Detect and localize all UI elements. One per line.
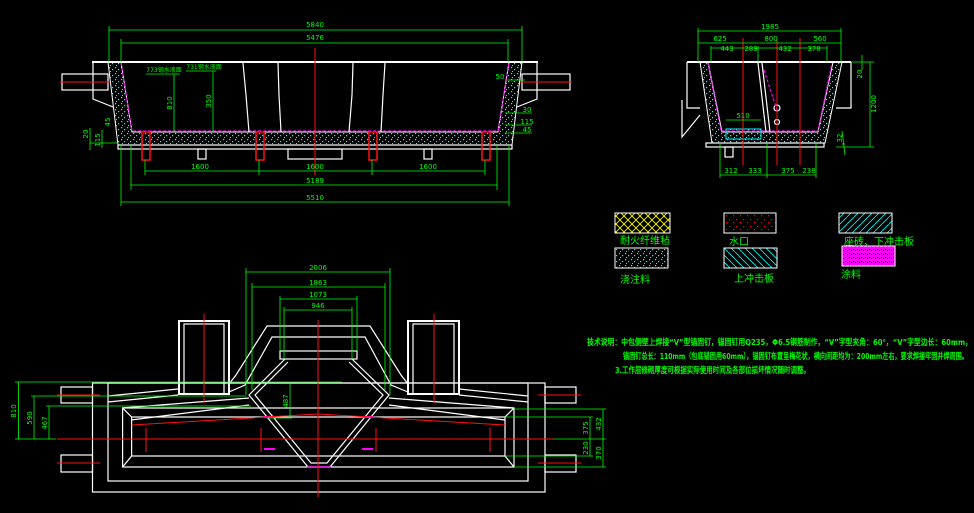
dim-230: 230 bbox=[582, 441, 590, 454]
legend-swatch-coating bbox=[841, 245, 896, 267]
dim-50: 50 bbox=[496, 73, 505, 81]
dim-487: 487 bbox=[282, 394, 290, 407]
legend-swatch-upper-impact-plate bbox=[723, 247, 778, 269]
dim-1600: 1600 bbox=[191, 163, 209, 171]
dim-443: 443 bbox=[720, 45, 733, 53]
dim-1600: 1600 bbox=[419, 163, 437, 171]
inner-wall-lines bbox=[242, 62, 386, 133]
dim-625: 625 bbox=[713, 35, 726, 43]
dim-375: 375 bbox=[781, 167, 794, 175]
legend-swatch-seat-brick bbox=[838, 212, 893, 234]
dim-946: 946 bbox=[311, 302, 325, 310]
dim-432: 432 bbox=[778, 45, 791, 53]
dim-810: 810 bbox=[10, 404, 18, 417]
drawing: 5840 5476 1600 1600 1600 5189 5510 810 3… bbox=[10, 21, 972, 497]
cad-drawing-canvas: 5840 5476 1600 1600 1600 5189 5510 810 3… bbox=[0, 0, 974, 513]
dim-289: 289 bbox=[744, 45, 757, 53]
legend-label: 浇注料 bbox=[620, 273, 650, 286]
legend-swatch-nozzle bbox=[723, 212, 777, 234]
dim-45: 45 bbox=[523, 126, 532, 134]
side-view: 1985 625 800 560 443 289 432 378 510 312… bbox=[681, 23, 878, 178]
note-line-1: 技术说明：中包侧壁上焊接“V”型锚固钉，锚固钉用Q235，Φ6.5钢筋制作，“V… bbox=[587, 337, 972, 347]
note-line-2: 锚固钉总长：110mm（包底锚固用60mm），锚固钉布置呈梅花状，横向间距均为：… bbox=[623, 351, 968, 361]
dim-1200: 1200 bbox=[870, 95, 878, 113]
steel-level-label: 731钢水液面 bbox=[186, 63, 221, 71]
dim-45: 45 bbox=[104, 118, 112, 127]
legend-label: 耐火纤维毡 bbox=[620, 234, 670, 247]
dim-115: 115 bbox=[94, 133, 102, 146]
note-line-3: 3.工作层修砌厚度可根据实际使用时间及各部位损坏情况随时调整。 bbox=[615, 365, 810, 375]
dim-1863: 1863 bbox=[309, 279, 327, 287]
dim-5189: 5189 bbox=[306, 177, 324, 185]
dim-32: 32 bbox=[836, 134, 844, 143]
dim-510: 510 bbox=[736, 112, 749, 120]
dim-30: 30 bbox=[523, 106, 532, 114]
legend-label: 水口 bbox=[729, 236, 749, 248]
dim-312: 312 bbox=[724, 167, 737, 175]
dim-810: 810 bbox=[166, 96, 174, 109]
dim-333: 333 bbox=[748, 167, 761, 175]
legend-swatch-castable bbox=[614, 247, 669, 269]
outer-shell bbox=[91, 382, 546, 493]
dim-350: 350 bbox=[205, 94, 213, 107]
dim-5476: 5476 bbox=[306, 34, 324, 42]
legend-label: 上冲击板 bbox=[734, 272, 774, 285]
dim-432: 432 bbox=[595, 417, 603, 430]
dim-1073: 1073 bbox=[309, 291, 327, 299]
dim-590: 590 bbox=[26, 411, 34, 424]
steel-level-label: 773钢水液面 bbox=[146, 66, 181, 74]
plan-view: 2006 1863 1073 946 810 590 467 487 432 3… bbox=[10, 264, 606, 497]
dim-238: 238 bbox=[802, 167, 815, 175]
dim-800: 800 bbox=[764, 35, 777, 43]
dim-1600: 1600 bbox=[306, 163, 324, 171]
dim-115: 115 bbox=[520, 118, 533, 126]
dim-5840: 5840 bbox=[306, 21, 324, 29]
dim-375: 375 bbox=[582, 421, 590, 434]
dim-467: 467 bbox=[41, 416, 49, 429]
legend-swatch-fiber-felt bbox=[614, 212, 671, 234]
dim-560: 560 bbox=[813, 35, 826, 43]
elevation-view: 5840 5476 1600 1600 1600 5189 5510 810 3… bbox=[60, 21, 572, 206]
dim-5510: 5510 bbox=[306, 194, 324, 202]
dim-1985: 1985 bbox=[761, 23, 779, 31]
legend-label: 涂料 bbox=[841, 268, 861, 281]
legend-label: 座砖、下冲击板 bbox=[844, 235, 914, 248]
technical-notes: 技术说明：中包侧壁上焊接“V”型锚固钉，锚固钉用Q235，Φ6.5钢筋制作，“V… bbox=[587, 337, 972, 375]
dim-370: 370 bbox=[595, 446, 603, 459]
dim-20: 20 bbox=[82, 130, 90, 139]
dim-2006: 2006 bbox=[309, 264, 327, 272]
legend: 耐火纤维毡 水口 座砖、下冲击板 浇注料 上冲击板 涂料 bbox=[614, 212, 914, 286]
dim-378: 378 bbox=[807, 45, 820, 53]
dim-20: 20 bbox=[856, 70, 864, 79]
